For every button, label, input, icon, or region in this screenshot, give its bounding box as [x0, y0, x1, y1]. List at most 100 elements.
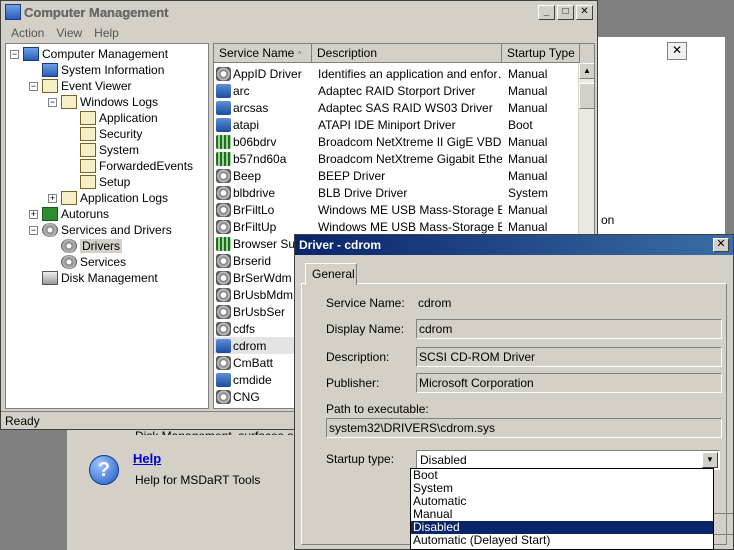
disk-icon — [42, 271, 58, 285]
tree-item[interactable]: Drivers — [48, 238, 122, 254]
tab-general[interactable]: General — [305, 263, 357, 285]
publisher-field[interactable]: Microsoft Corporation — [416, 373, 722, 393]
background-side-text: on — [601, 213, 615, 227]
tree-item[interactable]: Security — [67, 126, 142, 142]
collapse-icon[interactable]: − — [29, 81, 38, 91]
tree-item-label: ForwardedEvents — [99, 159, 194, 173]
event-log-icon — [80, 159, 96, 173]
service-name-text: BrFiltLo — [233, 202, 275, 217]
column-startup-type[interactable]: Startup Type — [502, 44, 580, 63]
expand-icon[interactable]: + — [29, 209, 38, 219]
navigation-tree: − Computer Management System Information − E… — [5, 43, 209, 409]
cell-startup-type: Manual — [508, 202, 548, 217]
tree-item[interactable]: System — [67, 142, 139, 158]
cell-description: Adaptec SAS RAID WS03 Driver — [318, 100, 493, 115]
tree-item[interactable]: − Services and Drivers — [29, 222, 172, 238]
table-row[interactable]: arc Adaptec RAID Storport Driver Manual — [214, 82, 580, 99]
collapse-icon[interactable]: − — [10, 49, 19, 59]
gear-driver-icon — [216, 66, 231, 81]
tree-item[interactable]: − Event Viewer — [29, 78, 131, 94]
tree-item[interactable]: Disk Management — [29, 270, 158, 286]
collapse-icon[interactable]: − — [48, 97, 57, 107]
computer-driver-icon — [216, 372, 231, 387]
net-driver-icon — [216, 134, 231, 149]
cell-description: Broadcom NetXtreme Gigabit Ether… — [318, 151, 502, 166]
chevron-down-icon[interactable]: ▼ — [702, 452, 718, 468]
cell-service-name: BrFiltUp — [214, 219, 312, 234]
table-row[interactable]: atapi ATAPI IDE Miniport Driver Boot — [214, 116, 580, 133]
menu-help[interactable]: Help — [88, 26, 125, 40]
close-button[interactable]: ✕ — [576, 5, 593, 20]
table-row[interactable]: arcsas Adaptec SAS RAID WS03 Driver Manual — [214, 99, 580, 116]
maximize-button[interactable]: □ — [557, 5, 574, 20]
service-name-text: b06bdrv — [233, 134, 277, 149]
service-name-text: arcsas — [233, 100, 269, 115]
service-name-text: CmBatt — [233, 355, 274, 370]
dropdown-option[interactable]: Automatic (Delayed Start) — [411, 534, 713, 547]
tree-item[interactable]: − Windows Logs — [48, 94, 158, 110]
event-log-icon — [80, 111, 96, 125]
tree-item[interactable]: Services — [48, 254, 126, 270]
description-field[interactable]: SCSI CD-ROM Driver — [416, 347, 722, 367]
tree-item[interactable]: System Information — [29, 62, 164, 78]
expand-icon[interactable]: + — [48, 193, 57, 203]
startup-type-value: Disabled — [420, 453, 467, 467]
background-close-button[interactable]: ✕ — [667, 42, 687, 60]
tree-item[interactable]: − Computer Management — [10, 46, 168, 62]
menu-view[interactable]: View — [50, 26, 88, 40]
tree-item-label: Security — [99, 127, 143, 141]
display-name-label: Display Name: — [326, 322, 405, 336]
table-row[interactable]: AppID Driver Identifies an application an… — [214, 65, 580, 82]
gear-driver-icon — [216, 253, 231, 268]
service-name-text: CNG — [233, 389, 260, 404]
table-row[interactable]: b06bdrv Broadcom NetXtreme II GigE VBD Man… — [214, 133, 580, 150]
device-driver-icon — [216, 338, 231, 353]
table-row[interactable]: BrFiltLo Windows ME USB Mass-Storage Bu… M… — [214, 201, 580, 218]
collapse-icon[interactable]: − — [29, 225, 38, 235]
dialog-title-bar[interactable]: Driver - cdrom — [295, 235, 733, 255]
path-field[interactable]: system32\DRIVERS\cdrom.sys — [326, 418, 722, 438]
table-row[interactable]: b57nd60a Broadcom NetXtreme Gigabit Ether… — [214, 150, 580, 167]
dropdown-option[interactable]: Boot — [411, 469, 713, 482]
table-row[interactable]: blbdrive BLB Drive Driver System — [214, 184, 580, 201]
scroll-thumb[interactable] — [579, 83, 594, 109]
net-driver-icon — [216, 236, 231, 251]
table-row[interactable]: BrFiltUp Windows ME USB Mass-Storage Bu… M… — [214, 218, 580, 235]
service-name-label: Service Name: — [326, 296, 405, 310]
window-buttons: _ □ ✕ — [538, 5, 593, 20]
scroll-up-arrow-icon[interactable]: ▲ — [579, 63, 594, 79]
gear-driver-icon — [216, 202, 231, 217]
title-bar[interactable]: Computer Management — [1, 1, 597, 24]
menu-action[interactable]: Action — [5, 26, 50, 40]
minimize-button[interactable]: _ — [538, 5, 555, 20]
gear-icon — [61, 255, 77, 269]
tree-item[interactable]: Setup — [67, 174, 130, 190]
tree-item[interactable]: + Autoruns — [29, 206, 109, 222]
dropdown-option[interactable]: Automatic — [411, 495, 713, 508]
table-row[interactable]: Beep BEEP Driver Manual — [214, 167, 580, 184]
service-name-text: Beep — [233, 168, 262, 183]
tree-item[interactable]: Application — [67, 110, 158, 126]
sort-ascending-icon: ^ — [297, 50, 302, 59]
gear-driver-icon — [216, 321, 231, 336]
startup-type-select[interactable]: Disabled ▼ — [416, 450, 720, 470]
service-name-text: BrUsbMdm — [233, 287, 294, 302]
service-name-text: Brserid — [233, 253, 272, 268]
service-name-text: atapi — [233, 117, 260, 132]
column-service-name[interactable]: Service Name ^ — [214, 44, 312, 63]
cell-startup-type: Manual — [508, 134, 548, 149]
tree-item[interactable]: ForwardedEvents — [67, 158, 193, 174]
service-name-value: cdrom — [418, 296, 452, 310]
tree-item-label: Setup — [99, 175, 131, 189]
tree-item[interactable]: + Application Logs — [48, 190, 168, 206]
dialog-close-button[interactable]: ✕ — [713, 238, 729, 252]
help-link[interactable]: Help — [133, 451, 161, 466]
tree-item-label: Computer Management — [42, 47, 169, 61]
cell-description: Windows ME USB Mass-Storage Bu… — [318, 219, 502, 234]
cell-service-name: arcsas — [214, 100, 312, 115]
display-name-field[interactable]: cdrom — [416, 319, 722, 339]
device-driver-icon — [216, 117, 231, 132]
help-icon: ? — [89, 455, 119, 485]
column-description[interactable]: Description — [312, 44, 502, 63]
cell-service-name: atapi — [214, 117, 312, 132]
